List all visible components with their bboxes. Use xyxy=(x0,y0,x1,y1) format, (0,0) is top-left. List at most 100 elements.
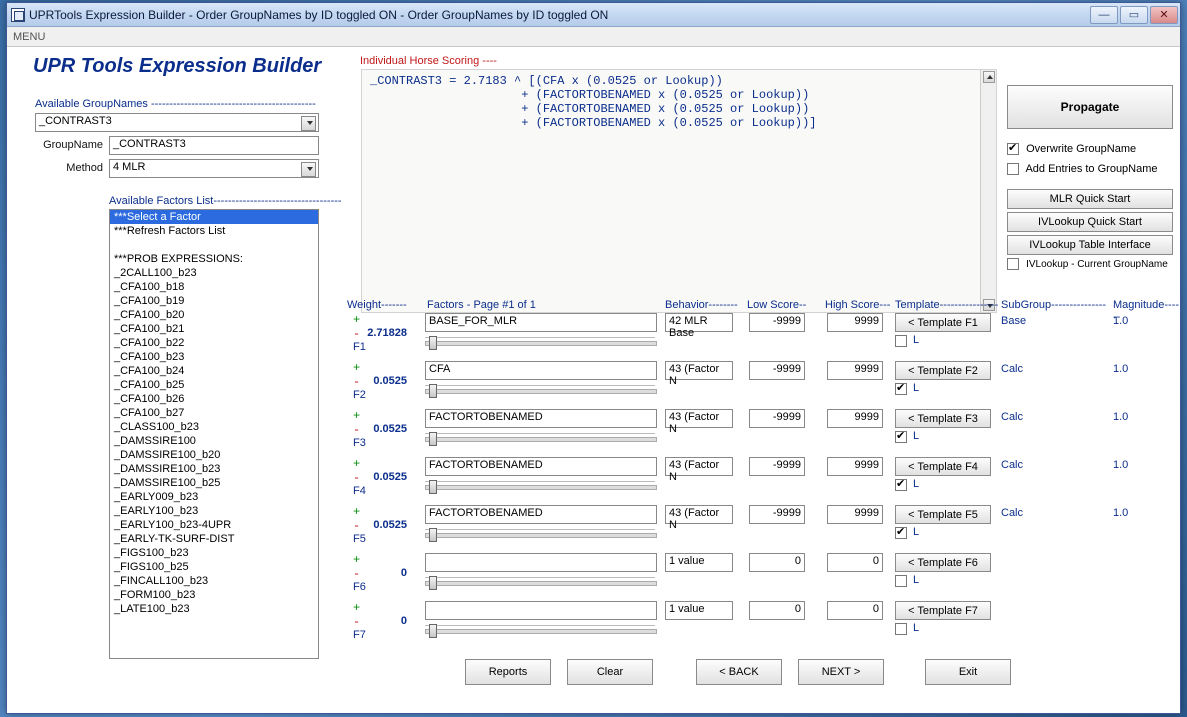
list-item[interactable]: _EARLY100_b23-4UPR xyxy=(110,518,318,532)
list-item[interactable]: _EARLY-TK-SURF-DIST xyxy=(110,532,318,546)
low-score-field[interactable]: 0 xyxy=(749,601,805,620)
template-checkbox[interactable] xyxy=(895,575,907,587)
plus-icon[interactable]: + xyxy=(353,553,360,567)
template-checkbox[interactable] xyxy=(895,527,907,539)
groupnames-select[interactable]: _CONTRAST3 xyxy=(35,113,319,132)
weight-slider[interactable] xyxy=(425,481,655,491)
overwrite-groupname-checkbox[interactable] xyxy=(1007,143,1019,155)
list-item[interactable]: _EARLY100_b23 xyxy=(110,504,318,518)
method-select[interactable]: 4 MLR xyxy=(109,159,319,178)
weight-slider[interactable] xyxy=(425,433,655,443)
list-item[interactable]: ***Select a Factor xyxy=(110,210,318,224)
list-item[interactable]: _2CALL100_b23 xyxy=(110,266,318,280)
plus-icon[interactable]: + xyxy=(353,361,360,375)
ivlookup-quick-start-button[interactable]: IVLookup Quick Start xyxy=(1007,212,1173,232)
list-item[interactable]: _CFA100_b21 xyxy=(110,322,318,336)
slider-thumb[interactable] xyxy=(429,528,437,542)
slider-thumb[interactable] xyxy=(429,576,437,590)
list-item[interactable]: _CFA100_b27 xyxy=(110,406,318,420)
list-item[interactable]: _CFA100_b20 xyxy=(110,308,318,322)
list-item[interactable]: _CFA100_b25 xyxy=(110,378,318,392)
template-checkbox[interactable] xyxy=(895,431,907,443)
list-item[interactable]: ***Refresh Factors List xyxy=(110,224,318,238)
list-item[interactable]: _CFA100_b26 xyxy=(110,392,318,406)
ivlookup-current-checkbox[interactable] xyxy=(1007,258,1019,270)
propagate-button[interactable]: Propagate xyxy=(1007,85,1173,129)
list-item[interactable]: _FIGS100_b23 xyxy=(110,546,318,560)
list-item[interactable]: _DAMSSIRE100 xyxy=(110,434,318,448)
list-item[interactable]: _EARLY009_b23 xyxy=(110,490,318,504)
exit-button[interactable]: Exit xyxy=(925,659,1011,685)
plus-icon[interactable]: + xyxy=(353,601,360,615)
plus-icon[interactable]: + xyxy=(353,409,360,423)
back-button[interactable]: < BACK xyxy=(696,659,782,685)
behavior-field[interactable]: 42 MLR Base xyxy=(665,313,733,332)
slider-thumb[interactable] xyxy=(429,432,437,446)
reports-button[interactable]: Reports xyxy=(465,659,551,685)
low-score-field[interactable]: -9999 xyxy=(749,361,805,380)
slider-thumb[interactable] xyxy=(429,336,437,350)
list-item[interactable]: _LATE100_b23 xyxy=(110,602,318,616)
template-button[interactable]: < Template F7 xyxy=(895,601,991,620)
menubar[interactable]: MENU xyxy=(7,27,1180,47)
formula-scrollbar[interactable] xyxy=(980,70,996,312)
factor-field[interactable]: CFA xyxy=(425,361,657,380)
factor-field[interactable] xyxy=(425,553,657,572)
slider-thumb[interactable] xyxy=(429,384,437,398)
next-button[interactable]: NEXT > xyxy=(798,659,884,685)
list-item[interactable]: _DAMSSIRE100_b25 xyxy=(110,476,318,490)
maximize-button[interactable]: ▭ xyxy=(1120,6,1148,24)
factor-field[interactable]: FACTORTOBENAMED xyxy=(425,409,657,428)
high-score-field[interactable]: 9999 xyxy=(827,505,883,524)
template-checkbox[interactable] xyxy=(895,335,907,347)
factor-field[interactable]: FACTORTOBENAMED xyxy=(425,505,657,524)
list-item[interactable]: _CFA100_b22 xyxy=(110,336,318,350)
template-button[interactable]: < Template F3 xyxy=(895,409,991,428)
list-item[interactable]: _CLASS100_b23 xyxy=(110,420,318,434)
behavior-field[interactable]: 43 (Factor N xyxy=(665,505,733,524)
mlr-quick-start-button[interactable]: MLR Quick Start xyxy=(1007,189,1173,209)
list-item[interactable]: _CFA100_b18 xyxy=(110,280,318,294)
template-button[interactable]: < Template F5 xyxy=(895,505,991,524)
template-button[interactable]: < Template F1 xyxy=(895,313,991,332)
plus-icon[interactable]: + xyxy=(353,505,360,519)
list-item[interactable]: _CFA100_b19 xyxy=(110,294,318,308)
behavior-field[interactable]: 43 (Factor N xyxy=(665,409,733,428)
scroll-up-icon[interactable] xyxy=(983,71,995,83)
weight-slider[interactable] xyxy=(425,625,655,635)
slider-thumb[interactable] xyxy=(429,480,437,494)
behavior-field[interactable]: 43 (Factor N xyxy=(665,457,733,476)
template-button[interactable]: < Template F2 xyxy=(895,361,991,380)
factor-field[interactable]: BASE_FOR_MLR xyxy=(425,313,657,332)
template-checkbox[interactable] xyxy=(895,479,907,491)
factor-field[interactable]: FACTORTOBENAMED xyxy=(425,457,657,476)
behavior-field[interactable]: 1 value xyxy=(665,601,733,620)
list-item[interactable]: _DAMSSIRE100_b23 xyxy=(110,462,318,476)
weight-slider[interactable] xyxy=(425,577,655,587)
weight-slider[interactable] xyxy=(425,337,655,347)
high-score-field[interactable]: 9999 xyxy=(827,361,883,380)
list-item[interactable]: _FINCALL100_b23 xyxy=(110,574,318,588)
template-checkbox[interactable] xyxy=(895,383,907,395)
template-checkbox[interactable] xyxy=(895,623,907,635)
behavior-field[interactable]: 43 (Factor N xyxy=(665,361,733,380)
list-item[interactable]: _FORM100_b23 xyxy=(110,588,318,602)
low-score-field[interactable]: -9999 xyxy=(749,505,805,524)
low-score-field[interactable]: -9999 xyxy=(749,313,805,332)
high-score-field[interactable]: 9999 xyxy=(827,409,883,428)
plus-icon[interactable]: + xyxy=(353,457,360,471)
weight-slider[interactable] xyxy=(425,529,655,539)
template-button[interactable]: < Template F4 xyxy=(895,457,991,476)
list-item[interactable]: _CFA100_b24 xyxy=(110,364,318,378)
low-score-field[interactable]: 0 xyxy=(749,553,805,572)
low-score-field[interactable]: -9999 xyxy=(749,409,805,428)
menu-item-menu[interactable]: MENU xyxy=(13,31,45,43)
plus-icon[interactable]: + xyxy=(353,313,360,327)
high-score-field[interactable]: 9999 xyxy=(827,457,883,476)
list-item[interactable]: _CFA100_b23 xyxy=(110,350,318,364)
low-score-field[interactable]: -9999 xyxy=(749,457,805,476)
list-item[interactable]: _FIGS100_b25 xyxy=(110,560,318,574)
template-button[interactable]: < Template F6 xyxy=(895,553,991,572)
add-entries-checkbox[interactable] xyxy=(1007,163,1019,175)
minimize-button[interactable]: — xyxy=(1090,6,1118,24)
